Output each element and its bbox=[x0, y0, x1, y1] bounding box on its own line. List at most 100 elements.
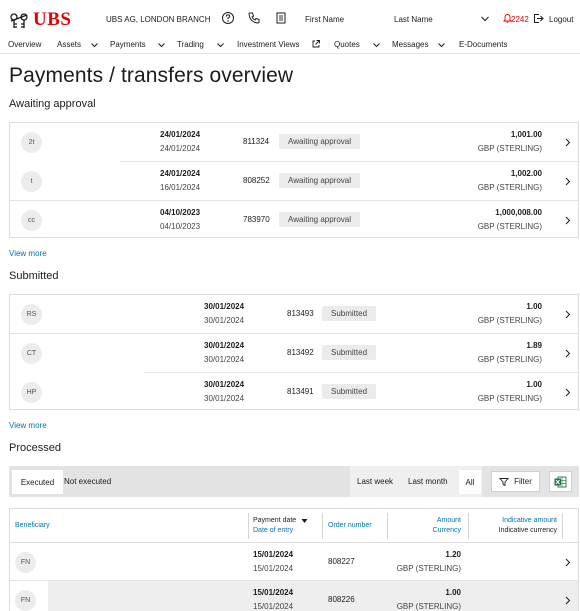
processed-title: Processed bbox=[9, 442, 61, 454]
processed-table: Beneficiary Payment date Date of entry O… bbox=[9, 508, 579, 611]
list-item[interactable]: cc 04/10/2023 04/10/2023 783970 Awaiting… bbox=[10, 201, 578, 240]
chevron-down-icon[interactable] bbox=[480, 14, 490, 24]
nav-trading[interactable]: Trading bbox=[177, 40, 204, 49]
submitted-view-more-link[interactable]: View more bbox=[9, 421, 47, 430]
document-icon[interactable] bbox=[274, 11, 288, 25]
entry-date: 15/01/2024 bbox=[253, 602, 294, 611]
payment-date: 24/01/2024 bbox=[160, 130, 201, 139]
main-nav: Overview Assets Payments Trading Investm… bbox=[0, 36, 580, 54]
logout-icon[interactable] bbox=[533, 13, 544, 24]
chevron-right-icon[interactable] bbox=[564, 596, 571, 605]
nav-overview[interactable]: Overview bbox=[8, 40, 41, 49]
amount: 1,002.00 bbox=[510, 169, 542, 178]
chevron-right-icon[interactable] bbox=[564, 388, 571, 397]
chevron-down-icon[interactable] bbox=[216, 41, 225, 49]
chevron-down-icon[interactable] bbox=[372, 41, 381, 49]
amount: 1.20 bbox=[445, 550, 461, 559]
order-number: 813492 bbox=[287, 348, 314, 357]
nav-quotes[interactable]: Quotes bbox=[334, 40, 360, 49]
help-icon[interactable] bbox=[221, 11, 235, 25]
nav-payments[interactable]: Payments bbox=[110, 40, 146, 49]
period-last-month[interactable]: Last month bbox=[408, 477, 448, 486]
notification-count[interactable]: 2242 bbox=[511, 15, 529, 24]
nav-messages[interactable]: Messages bbox=[392, 40, 428, 49]
entry-date: 24/01/2024 bbox=[160, 144, 201, 153]
currency: GBP (STERLING) bbox=[477, 183, 542, 192]
payment-date: 15/01/2024 bbox=[253, 550, 294, 559]
chevron-right-icon[interactable] bbox=[564, 310, 571, 319]
list-item[interactable]: RS 30/01/2024 30/01/2024 813493 Submitte… bbox=[10, 295, 578, 334]
status-badge: Submitted bbox=[322, 345, 377, 360]
filter-button[interactable]: Filter bbox=[491, 471, 540, 492]
list-item[interactable]: HP 30/01/2024 30/01/2024 813491 Submitte… bbox=[10, 373, 578, 412]
tab-executed[interactable]: Executed bbox=[12, 470, 63, 494]
nav-assets[interactable]: Assets bbox=[57, 40, 81, 49]
chevron-right-icon[interactable] bbox=[564, 216, 571, 225]
chevron-right-icon[interactable] bbox=[564, 558, 571, 567]
order-number: 813491 bbox=[287, 387, 314, 396]
sort-desc-icon[interactable] bbox=[301, 518, 308, 524]
chevron-right-icon[interactable] bbox=[564, 138, 571, 147]
table-row[interactable]: FN 15/01/2024 15/01/2024 808226 1.00 GBP… bbox=[10, 581, 578, 611]
status-badge: Awaiting approval bbox=[279, 212, 361, 227]
chevron-right-icon[interactable] bbox=[564, 349, 571, 358]
chevron-down-icon[interactable] bbox=[90, 41, 99, 49]
nav-e-documents[interactable]: E-Documents bbox=[459, 40, 507, 49]
avatar: FN bbox=[15, 552, 36, 573]
column-divider bbox=[248, 513, 249, 539]
list-item[interactable]: t 24/01/2024 16/01/2024 808252 Awaiting … bbox=[10, 162, 578, 201]
payment-date: 30/01/2024 bbox=[204, 341, 245, 350]
amount: 1.00 bbox=[526, 302, 542, 311]
column-header-indicative-amount[interactable]: Indicative amount bbox=[502, 517, 557, 524]
entry-date: 30/01/2024 bbox=[204, 355, 245, 364]
column-header-order-number[interactable]: Order number bbox=[328, 522, 372, 529]
currency: GBP (STERLING) bbox=[477, 222, 542, 231]
chevron-down-icon[interactable] bbox=[157, 41, 166, 49]
currency: GBP (STERLING) bbox=[477, 355, 542, 364]
order-number: 811324 bbox=[243, 137, 270, 146]
order-number: 808252 bbox=[243, 176, 270, 185]
column-header-date-of-entry[interactable]: Date of entry bbox=[253, 527, 293, 534]
payment-date: 04/10/2023 bbox=[160, 208, 201, 217]
amount: 1.00 bbox=[526, 380, 542, 389]
export-excel-button[interactable] bbox=[549, 471, 572, 492]
order-number: 808227 bbox=[328, 557, 355, 566]
list-item[interactable]: CT 30/01/2024 30/01/2024 813492 Submitte… bbox=[10, 334, 578, 373]
keys-logo-icon bbox=[10, 12, 28, 28]
last-name: Last Name bbox=[394, 15, 433, 24]
submitted-title: Submitted bbox=[9, 270, 59, 282]
avatar: 2t bbox=[21, 132, 42, 153]
period-all[interactable]: All bbox=[459, 470, 481, 494]
row-hover-highlight bbox=[48, 581, 578, 611]
table-row[interactable]: FN 15/01/2024 15/01/2024 808227 1.20 GBP… bbox=[10, 543, 578, 582]
nav-investment-views[interactable]: Investment Views bbox=[237, 40, 300, 49]
page-title: Payments / transfers overview bbox=[9, 64, 294, 87]
chevron-down-icon[interactable] bbox=[437, 41, 446, 49]
column-header-currency[interactable]: Currency bbox=[433, 527, 461, 534]
avatar: RS bbox=[21, 304, 42, 325]
phone-icon[interactable] bbox=[247, 11, 261, 25]
payment-date: 24/01/2024 bbox=[160, 169, 201, 178]
avatar: CT bbox=[21, 343, 42, 364]
column-header-amount[interactable]: Amount bbox=[437, 517, 461, 524]
amount: 1.89 bbox=[526, 341, 542, 350]
column-header-indicative-currency[interactable]: Indicative currency bbox=[499, 527, 557, 534]
list-item[interactable]: 2t 24/01/2024 24/01/2024 811324 Awaiting… bbox=[10, 123, 578, 162]
logout-link[interactable]: Logout bbox=[549, 15, 573, 24]
column-divider bbox=[322, 513, 323, 539]
order-number: 808226 bbox=[328, 595, 355, 604]
period-last-week[interactable]: Last week bbox=[357, 477, 393, 486]
awaiting-view-more-link[interactable]: View more bbox=[9, 249, 47, 258]
chevron-right-icon[interactable] bbox=[564, 177, 571, 186]
column-header-beneficiary[interactable]: Beneficiary bbox=[15, 522, 50, 529]
avatar: cc bbox=[21, 210, 42, 231]
submitted-list: RS 30/01/2024 30/01/2024 813493 Submitte… bbox=[9, 294, 579, 410]
awaiting-approval-list: 2t 24/01/2024 24/01/2024 811324 Awaiting… bbox=[9, 122, 579, 238]
avatar: HP bbox=[21, 382, 42, 403]
external-link-icon[interactable] bbox=[311, 39, 321, 49]
ubs-logo[interactable]: UBS bbox=[8, 9, 71, 31]
tab-not-executed[interactable]: Not executed bbox=[64, 477, 111, 486]
column-header-payment-date[interactable]: Payment date bbox=[253, 517, 296, 524]
currency: GBP (STERLING) bbox=[396, 602, 461, 611]
avatar: t bbox=[21, 171, 42, 192]
